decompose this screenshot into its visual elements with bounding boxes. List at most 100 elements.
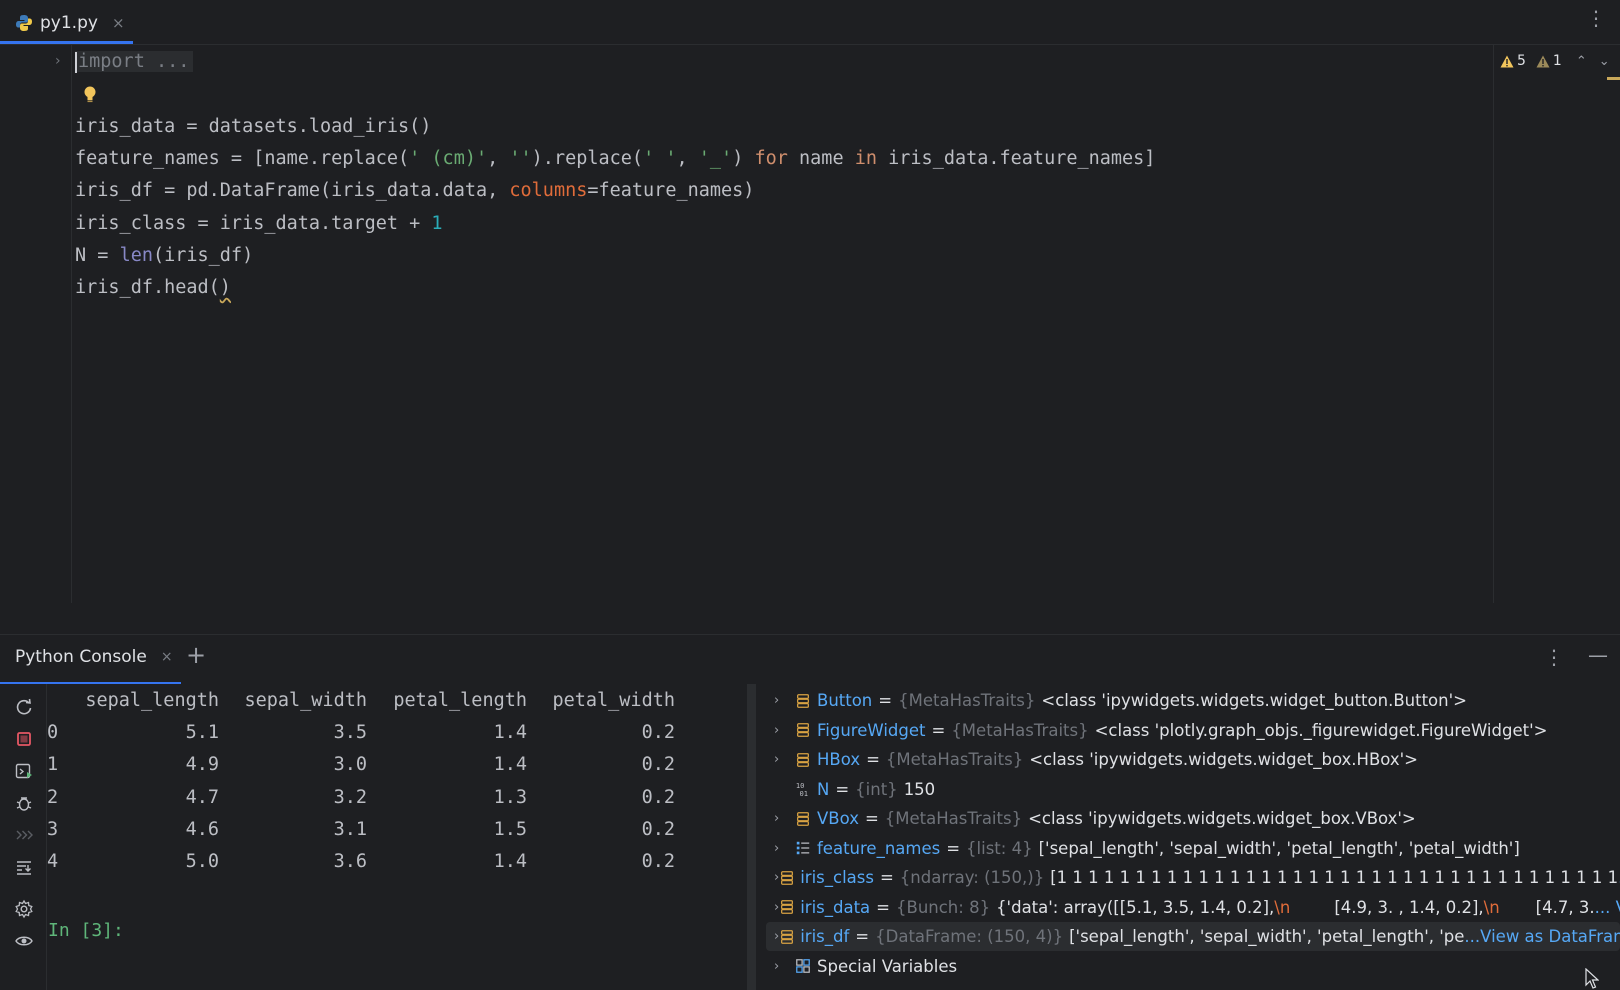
console-prompt[interactable]: In [3]: [48,920,124,941]
variable-row[interactable]: › Special Variables [756,952,1620,981]
equals-sign: = [946,838,961,858]
code-line-import[interactable]: import ... [75,45,194,78]
table-cell: 3.1 [333,818,367,840]
table-cell: 4.7 [185,786,219,808]
expand-chevron-icon[interactable]: › [774,811,794,826]
history-button[interactable] [13,824,35,846]
table-cell: 3.6 [333,851,367,872]
console-run-icon [15,763,32,779]
variable-type: {Bunch: 8} [896,897,991,917]
expand-chevron-icon[interactable]: › [774,693,794,708]
variable-row[interactable]: › VBox = {MetaHasTraits} <class 'ipywidgets.… [756,804,1620,833]
expand-chevron-icon[interactable]: › [774,723,794,738]
variable-row[interactable]: 10 01 N = {int} 150 [756,775,1620,804]
variable-value: {'data': array([[5.1, 3.5, 1.4, 0.2], [996,897,1275,917]
variable-row[interactable]: › FigureWidget = {MetaHasTraits} <class 'plo… [756,716,1620,745]
expand-chevron-icon[interactable]: › [774,841,794,856]
variable-row[interactable]: › feature_names = {list: 4} ['sepal_length',… [756,834,1620,863]
object-variable-icon [779,898,795,916]
variable-name: N [817,779,830,799]
warnings-number: 5 [1517,53,1526,69]
tab-py1[interactable]: py1.py × [0,0,133,45]
expand-chevron-icon[interactable]: › [774,752,794,767]
new-console-icon[interactable]: + [186,643,206,667]
object-variable-icon [794,692,812,710]
bug-icon [16,797,32,811]
variable-row[interactable]: › HBox = {MetaHasTraits} <class 'ipywidgets.… [756,745,1620,774]
active-tab-indicator [0,41,133,44]
table-cell: 5.0 [185,851,219,872]
view-as-link[interactable]: ... View [1595,898,1620,917]
variables-panel: › Button = {MetaHasTraits} <class 'ipywidget… [756,684,1620,990]
close-tab-icon[interactable]: × [112,14,125,32]
variable-row[interactable]: › iris_class = {ndarray: (150,)} [1 1 1 1 1 … [756,863,1620,892]
code-line[interactable]: iris_df = pd.DataFrame(iris_data.data, c… [75,174,754,207]
variable-name: FigureWidget [817,720,926,740]
import-fold-text: import ... [78,51,190,72]
code-line[interactable]: iris_data = datasets.load_iris() [75,110,431,143]
code-token: ) [219,277,231,298]
view-as-link[interactable]: ...View as DataFrame [1464,927,1620,946]
int-variable-icon: 10 01 [794,780,812,798]
table-header-row: sepal_length sepal_width petal_length petal… [47,684,747,717]
stop-button[interactable] [13,728,35,750]
object-variable-icon [794,721,812,739]
table-cell: 3.0 [333,754,367,776]
weak-warnings-count[interactable]: 1 [1536,53,1562,69]
close-console-icon[interactable]: × [161,649,173,665]
text-cursor [75,51,77,73]
variable-value: <class 'ipywidgets.widgets.widget_button… [1041,691,1467,710]
variable-type: {MetaHasTraits} [898,691,1036,710]
column-header: petal_width [552,690,675,711]
code-editor[interactable]: › import ... iris_data = datasets.load_i… [0,45,1620,603]
console-tab-label: Python Console [15,647,147,667]
table-cell: 0.2 [641,818,675,840]
code-line[interactable]: N = len(iris_df) [75,239,253,272]
console-more-menu-icon[interactable]: ⋮ [1544,647,1564,667]
code-token: name [787,148,855,170]
gear-icon [15,899,33,919]
fold-chevron-icon[interactable]: › [55,53,61,69]
code-line[interactable]: feature_names = [name.replace(' (cm)', '… [75,142,1155,175]
special-variables-label: Special Variables [817,956,958,976]
code-token: =feature_names) [587,180,755,202]
code-line[interactable]: iris_df.head() [75,271,231,304]
code-token: ' (cm)' [409,148,488,170]
warnings-count[interactable]: 5 [1500,53,1526,69]
equals-sign: = [835,779,850,799]
table-cell: 0.2 [641,851,675,872]
minimize-icon[interactable]: — [1588,645,1608,665]
execute-console-button[interactable] [13,760,35,782]
console-splitter[interactable] [747,684,756,990]
variable-row[interactable]: › iris_df = {DataFrame: (150, 4)} ['sepal_le… [766,922,1620,951]
code-token: len [119,244,153,266]
weak-warnings-number: 1 [1552,53,1562,69]
variable-value: ['sepal_length', 'sepal_width', 'petal_l… [1038,838,1520,858]
scrollbar-warning-marker[interactable] [1607,77,1620,80]
tab-python-console[interactable]: Python Console × [15,647,173,667]
rerun-button[interactable] [13,696,35,718]
row-index: 2 [47,786,59,808]
expand-chevron-icon[interactable]: › [774,959,794,974]
show-variables-button[interactable] [13,930,35,952]
tab-label: py1.py [40,12,98,33]
code-token: iris_df = pd.DataFrame(iris_data.data, [75,180,510,202]
inspections-widget[interactable]: 5 1 ⌃ ⌄ [1500,53,1618,69]
variable-row[interactable]: › iris_data = {Bunch: 8} {'data': array([[5.… [756,893,1620,922]
editor-more-menu-icon[interactable]: ⋮ [1586,8,1606,28]
equals-sign: = [879,868,894,887]
code-token: (iris_df) [152,244,254,266]
debug-button[interactable] [13,792,35,814]
variable-row[interactable]: › Button = {MetaHasTraits} <class 'ipywidget… [756,686,1620,715]
code-lines[interactable]: import ... iris_data = datasets.load_iri… [75,45,1493,603]
previous-problem-icon[interactable]: ⌃ [1576,54,1587,69]
column-header: sepal_width [244,690,367,711]
next-problem-icon[interactable]: ⌄ [1599,54,1610,69]
code-line[interactable]: iris_class = iris_data.target + 1 [75,207,443,240]
object-variable-icon [779,928,795,946]
console-settings-button[interactable] [13,898,35,920]
collapsed-imports[interactable]: import ... [75,51,194,73]
console-output[interactable]: sepal_length sepal_width petal_length petal… [47,684,747,990]
table-row: 3 4.6 3.1 1.5 0.2 [47,813,747,846]
soft-wrap-button[interactable] [13,856,35,878]
